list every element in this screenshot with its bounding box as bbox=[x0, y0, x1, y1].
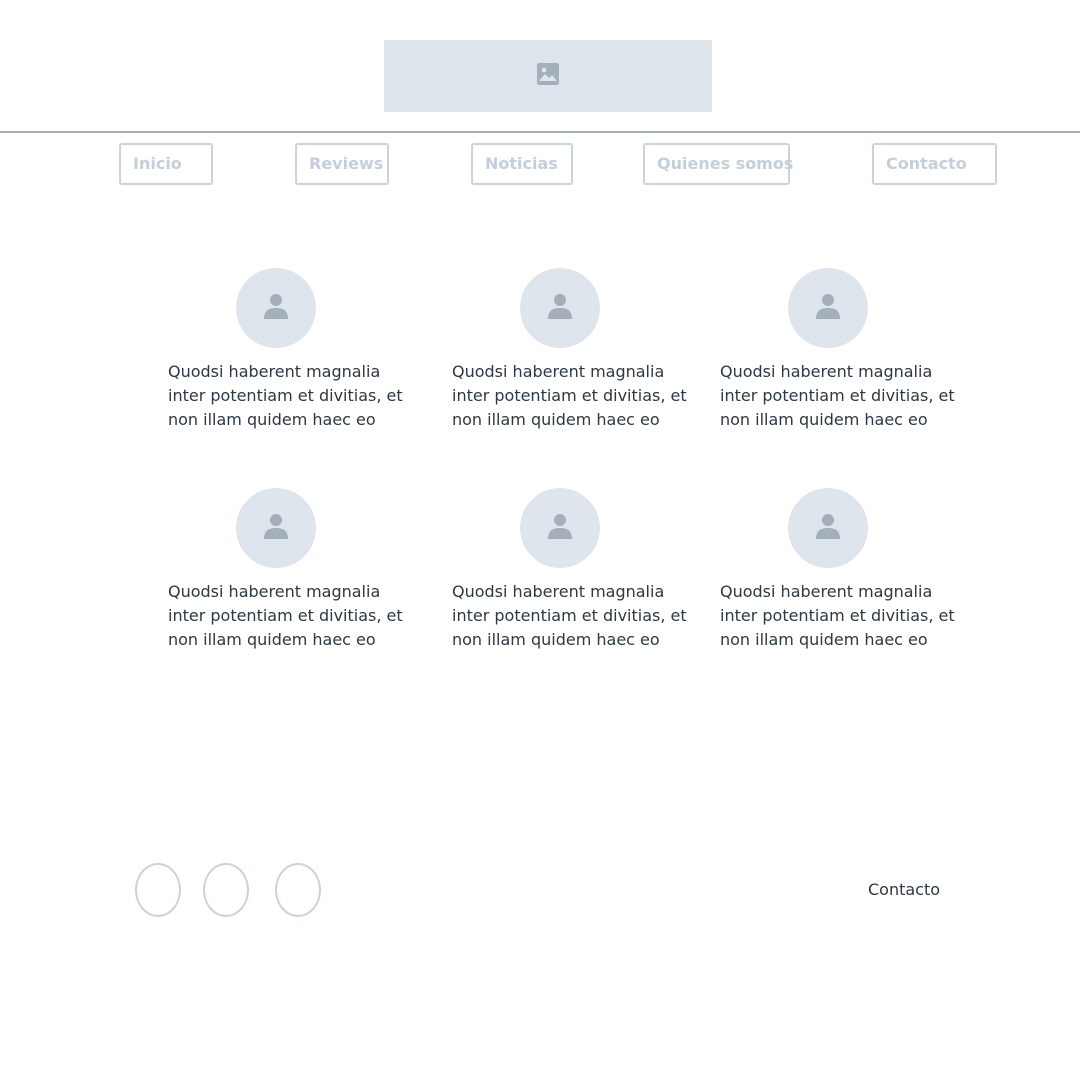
avatar bbox=[520, 268, 600, 348]
image-icon bbox=[536, 62, 560, 90]
user-icon bbox=[263, 293, 289, 323]
social-link-2[interactable] bbox=[203, 863, 249, 917]
footer-contact-link[interactable]: Contacto bbox=[868, 878, 940, 902]
header-divider bbox=[0, 131, 1080, 133]
nav-item-inicio[interactable]: Inicio bbox=[119, 143, 213, 185]
nav-item-quienes-somos[interactable]: Quienes somos bbox=[643, 143, 793, 185]
user-icon bbox=[547, 293, 573, 323]
card-text: Quodsi haberent magnalia inter potentiam… bbox=[720, 582, 955, 649]
nav-item-reviews[interactable]: Reviews bbox=[295, 143, 389, 185]
social-link-3[interactable] bbox=[275, 863, 321, 917]
card-text: Quodsi haberent magnalia inter potentiam… bbox=[452, 582, 687, 649]
user-icon bbox=[547, 513, 573, 543]
avatar bbox=[788, 488, 868, 568]
nav-item-noticias[interactable]: Noticias bbox=[471, 143, 573, 185]
user-icon bbox=[815, 293, 841, 323]
logo-placeholder bbox=[384, 40, 712, 112]
avatar bbox=[520, 488, 600, 568]
avatar bbox=[236, 488, 316, 568]
card-text: Quodsi haberent magnalia inter potentiam… bbox=[168, 362, 403, 429]
avatar bbox=[788, 268, 868, 348]
social-link-1[interactable] bbox=[135, 863, 181, 917]
user-icon bbox=[263, 513, 289, 543]
card-text: Quodsi haberent magnalia inter potentiam… bbox=[168, 582, 403, 649]
user-icon bbox=[815, 513, 841, 543]
card-text: Quodsi haberent magnalia inter potentiam… bbox=[720, 362, 955, 429]
nav-item-contacto[interactable]: Contacto bbox=[872, 143, 997, 185]
avatar bbox=[236, 268, 316, 348]
card-text: Quodsi haberent magnalia inter potentiam… bbox=[452, 362, 687, 429]
